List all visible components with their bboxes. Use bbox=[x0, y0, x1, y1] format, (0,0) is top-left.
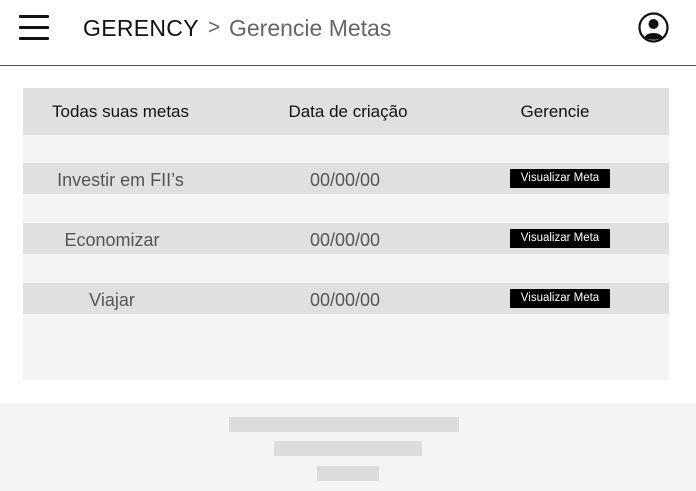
footer bbox=[0, 403, 696, 491]
view-goal-button[interactable]: Visualizar Meta bbox=[510, 289, 610, 308]
user-profile-button[interactable] bbox=[638, 12, 669, 43]
table-row: Viajar 00/00/00 Visualizar Meta bbox=[23, 283, 669, 314]
goals-table: Todas suas metas Data de criação Gerenci… bbox=[23, 88, 669, 380]
view-goal-button[interactable]: Visualizar Meta bbox=[510, 229, 610, 248]
table-row: Economizar 00/00/00 Visualizar Meta bbox=[23, 223, 669, 254]
column-header-goals: Todas suas metas bbox=[51, 102, 189, 121]
column-header-manage: Gerencie bbox=[520, 102, 590, 121]
footer-placeholder-line bbox=[317, 466, 379, 481]
app-header: GERENCY > Gerencie Metas bbox=[0, 0, 696, 66]
goal-name: Economizar bbox=[64, 230, 160, 250]
view-goal-button[interactable]: Visualizar Meta bbox=[510, 169, 610, 188]
breadcrumb-current-page: Gerencie Metas bbox=[229, 15, 392, 41]
column-header-created-date: Data de criação bbox=[288, 102, 408, 121]
footer-placeholder-line bbox=[229, 417, 459, 432]
goal-name: Viajar bbox=[89, 290, 135, 310]
footer-placeholder-line bbox=[274, 441, 422, 456]
goal-name: Investir em FII’s bbox=[57, 170, 184, 190]
goal-created-date: 00/00/00 bbox=[309, 290, 381, 310]
table-row: Investir em FII’s 00/00/00 Visualizar Me… bbox=[23, 163, 669, 194]
breadcrumb-separator: > bbox=[208, 16, 221, 39]
table-header: Todas suas metas Data de criação Gerenci… bbox=[23, 88, 669, 135]
brand-logo[interactable]: GERENCY bbox=[83, 14, 199, 42]
goal-created-date: 00/00/00 bbox=[309, 230, 381, 250]
user-circle-icon bbox=[638, 12, 669, 43]
goal-created-date: 00/00/00 bbox=[309, 170, 381, 190]
menu-button[interactable] bbox=[19, 14, 49, 40]
